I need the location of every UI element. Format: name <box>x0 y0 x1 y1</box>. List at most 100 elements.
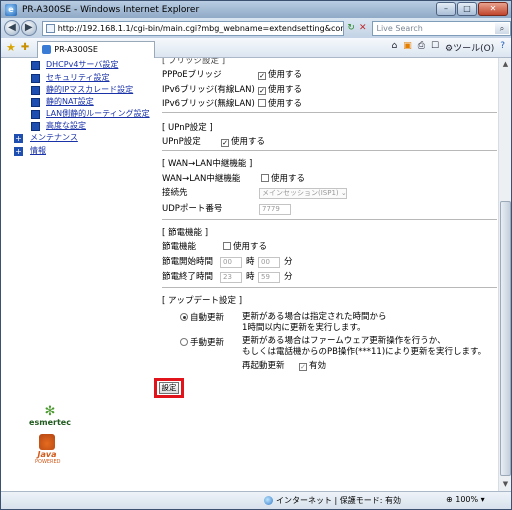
auto-update-radio[interactable] <box>180 313 188 321</box>
scroll-down-arrow-icon[interactable]: ▼ <box>499 478 511 491</box>
favorites-star-icon[interactable]: ★ <box>6 41 16 54</box>
power-end-hour-input[interactable]: 23 <box>220 270 242 283</box>
ipv6-bridge-wired-checkbox[interactable]: ✓ <box>258 87 266 95</box>
security-zone[interactable]: インターネット | 保護モード: 有効 <box>264 495 401 506</box>
upnp-section-title: [ UPnP設定 ] <box>162 123 213 133</box>
expand-plus-icon[interactable]: + <box>14 147 23 156</box>
auto-update-option[interactable]: 自動更新 <box>180 311 224 323</box>
power-start-label: 節電開始時間 <box>162 257 214 267</box>
minimize-button[interactable]: – <box>436 2 456 16</box>
ipv6-bridge-wireless-label: IPv6ブリッジ(無線LAN) <box>162 99 255 109</box>
tab-title: PR-A300SE <box>54 45 98 54</box>
bridge-section-title: [ ブリッジ設定 ] <box>162 58 226 66</box>
power-start-hour-input[interactable]: 00 <box>220 255 242 268</box>
reboot-update-option[interactable]: ✓ 有効 <box>299 359 326 371</box>
window-title: PR-A300SE - Windows Internet Explorer <box>22 4 200 15</box>
browser-window: e PR-A300SE - Windows Internet Explorer … <box>0 0 512 510</box>
nav-bullet-icon <box>31 98 40 107</box>
power-start-min-input[interactable]: 00 <box>258 255 280 268</box>
manual-update-radio[interactable] <box>180 338 188 346</box>
zoom-icon: ⊕ <box>446 495 453 504</box>
nav-item-lan-routing[interactable]: LAN側静的ルーティング設定 <box>46 108 150 119</box>
divider <box>162 150 497 151</box>
pppoe-bridge-option[interactable]: ✓ 使用する <box>258 68 302 80</box>
print-icon[interactable]: ⎙ <box>418 41 425 54</box>
title-bar: e PR-A300SE - Windows Internet Explorer … <box>1 1 511 18</box>
update-section-title: [ アップデート設定 ] <box>162 296 243 306</box>
power-func-label: 節電機能 <box>162 242 197 252</box>
add-favorites-icon[interactable]: ✚ <box>21 42 29 53</box>
chevron-down-icon: ⌄ <box>340 189 347 197</box>
esmertec-logo: ✻ esmertec <box>29 404 71 427</box>
nav-bullet-icon <box>31 74 40 83</box>
tools-menu[interactable]: ⚙ツール(O) <box>445 41 494 54</box>
maximize-button[interactable]: □ <box>457 2 477 16</box>
tab-current[interactable]: PR-A300SE <box>37 40 156 58</box>
stop-icon[interactable]: ✕ <box>359 23 367 33</box>
ipv6-bridge-wired-option[interactable]: ✓ 使用する <box>258 83 302 95</box>
page-menu-icon[interactable]: ☐ <box>431 41 439 54</box>
back-button[interactable]: ◀ <box>4 20 20 36</box>
tools-label: ツール(O) <box>453 44 495 54</box>
manual-update-option[interactable]: 手動更新 <box>180 336 224 348</box>
relay-dest-select[interactable]: メインセッション(ISP1) ⌄ <box>259 186 347 199</box>
nav-bullet-icon <box>31 110 40 119</box>
reboot-update-label: 再起動更新 <box>242 361 285 371</box>
help-icon[interactable]: ? <box>500 41 505 54</box>
set-button[interactable]: 設定 <box>159 382 179 394</box>
upnp-checkbox[interactable]: ✓ <box>221 139 229 147</box>
relay-dest-label: 接続先 <box>162 188 188 198</box>
divider <box>162 219 497 220</box>
forward-button[interactable]: ▶ <box>20 20 37 36</box>
power-func-option[interactable]: 使用する <box>223 240 267 252</box>
zoom-control[interactable]: ⊕ 100% ▾ <box>446 495 485 504</box>
search-icon[interactable]: ⌕ <box>495 22 509 34</box>
nav-item-dhcpv4[interactable]: DHCPv4サーバ設定 <box>46 59 118 70</box>
upnp-option[interactable]: ✓ 使用する <box>221 135 265 147</box>
page-content: DHCPv4サーバ設定 セキュリティ設定 静的IPマスカレード設定 静的NAT設… <box>1 58 498 491</box>
nav-item-maintenance[interactable]: メンテナンス <box>30 132 78 143</box>
set-button-highlight: 設定 <box>154 378 184 398</box>
divider <box>162 287 497 288</box>
nav-item-security[interactable]: セキュリティ設定 <box>46 72 110 83</box>
ipv6-bridge-wireless-checkbox[interactable] <box>258 99 266 107</box>
search-input[interactable]: Live Search ⌕ <box>372 20 511 36</box>
reboot-update-checkbox[interactable]: ✓ <box>299 363 307 371</box>
manual-update-desc-2: もしくは電話機からのPB操作(***11)により更新を実行します。 <box>242 347 487 357</box>
close-button[interactable]: ✕ <box>478 2 508 16</box>
expand-plus-icon[interactable]: + <box>14 134 23 143</box>
command-bar: ★ ✚ PR-A300SE ⌂ ▣ ⎙ ☐ ⚙ツール(O) ? <box>1 38 511 58</box>
page-tab-icon <box>42 45 52 54</box>
refresh-icon[interactable]: ↻ <box>347 23 355 33</box>
relay-port-input[interactable]: 7779 <box>259 202 291 215</box>
power-end-min-input[interactable]: 59 <box>258 270 280 283</box>
address-buttons: ↻ ✕ <box>347 23 366 33</box>
nav-item-info[interactable]: 情報 <box>30 145 46 156</box>
nav-item-static-masquerade[interactable]: 静的IPマスカレード設定 <box>46 84 133 95</box>
scroll-up-arrow-icon[interactable]: ▲ <box>499 58 511 71</box>
ipv6-bridge-wireless-option[interactable]: 使用する <box>258 97 302 109</box>
upnp-label: UPnP設定 <box>162 137 201 147</box>
ipv6-bridge-wired-label: IPv6ブリッジ(有線LAN) <box>162 85 255 95</box>
gear-icon: ⚙ <box>445 44 454 54</box>
power-section-title: [ 節電機能 ] <box>162 228 209 238</box>
command-buttons: ⌂ ▣ ⎙ ☐ ⚙ツール(O) ? <box>392 41 505 54</box>
nav-item-advanced[interactable]: 高度な設定 <box>46 120 86 131</box>
relay-func-checkbox[interactable] <box>261 174 269 182</box>
home-icon[interactable]: ⌂ <box>392 41 398 54</box>
power-func-checkbox[interactable] <box>223 242 231 250</box>
relay-port-label: UDPポート番号 <box>162 204 223 214</box>
nav-bullet-icon <box>31 61 40 70</box>
pppoe-bridge-label: PPPoEブリッジ <box>162 70 222 80</box>
auto-update-desc-2: 1時間以内に更新を実行します。 <box>242 323 366 333</box>
scroll-thumb[interactable] <box>500 201 511 476</box>
page-icon <box>45 23 55 33</box>
nav-item-static-nat[interactable]: 静的NAT設定 <box>46 96 94 107</box>
relay-func-option[interactable]: 使用する <box>261 172 305 184</box>
pppoe-bridge-checkbox[interactable]: ✓ <box>258 72 266 80</box>
relay-section-title: [ WAN→LAN中継機能 ] <box>162 159 253 169</box>
vertical-scrollbar[interactable]: ▲ ▼ <box>498 58 511 491</box>
chevron-down-icon: ▾ <box>480 495 485 504</box>
feeds-icon[interactable]: ▣ <box>403 41 412 54</box>
address-input[interactable]: http://192.168.1.1/cgi-bin/main.cgi?mbg_… <box>41 20 345 36</box>
